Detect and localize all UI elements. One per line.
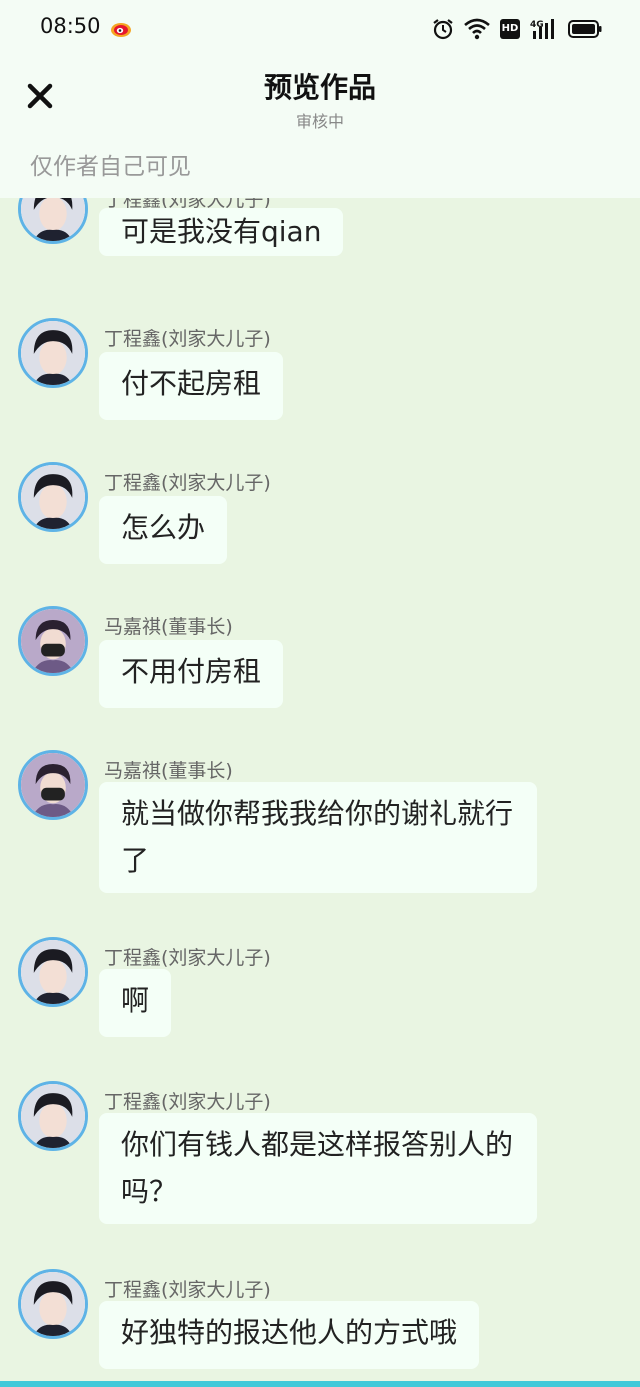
battery-icon bbox=[568, 20, 602, 38]
chat-list[interactable]: 丁程鑫(刘家大儿子) 可是我没有qian 丁程鑫(刘家大儿子) 付不起房租 丁程… bbox=[0, 198, 640, 1381]
alarm-icon bbox=[433, 19, 453, 40]
message-bubble[interactable]: 不用付房租 bbox=[99, 640, 284, 708]
avatar-image bbox=[21, 1084, 85, 1148]
sender-name: 丁程鑫(刘家大儿子) bbox=[104, 328, 271, 350]
avatar[interactable] bbox=[18, 1081, 88, 1151]
message-bubble[interactable]: 就当做你帮我我给你的谢礼就行了 bbox=[99, 782, 537, 893]
avatar[interactable] bbox=[18, 750, 88, 820]
avatar-image bbox=[21, 1272, 85, 1336]
avatar-image bbox=[21, 753, 85, 817]
avatar[interactable] bbox=[18, 1269, 88, 1339]
hd-icon: HD bbox=[500, 19, 520, 39]
message-bubble[interactable]: 啊 bbox=[99, 969, 172, 1037]
visibility-notice: 仅作者自己可见 bbox=[0, 142, 640, 198]
message-bubble[interactable]: 怎么办 bbox=[99, 496, 228, 564]
avatar[interactable] bbox=[18, 318, 88, 388]
message-bubble[interactable]: 可是我没有qian bbox=[99, 208, 344, 256]
review-status: 审核中 bbox=[295, 112, 344, 131]
avatar[interactable] bbox=[18, 606, 88, 676]
weibo-icon bbox=[111, 23, 131, 37]
avatar-image bbox=[21, 465, 85, 529]
avatar-image bbox=[21, 609, 85, 673]
avatar[interactable] bbox=[18, 198, 88, 244]
signal-4g-icon: 4G bbox=[530, 19, 554, 39]
status-icons: HD 4G bbox=[432, 14, 602, 44]
wifi-icon bbox=[464, 18, 490, 40]
sender-name: 丁程鑫(刘家大儿子) bbox=[104, 1091, 271, 1113]
message-bubble[interactable]: 付不起房租 bbox=[99, 352, 284, 420]
sender-name: 丁程鑫(刘家大儿子) bbox=[104, 472, 271, 494]
avatar[interactable] bbox=[18, 462, 88, 532]
avatar-image bbox=[21, 198, 85, 241]
avatar-image bbox=[21, 940, 85, 1004]
app-header: 预览作品 审核中 bbox=[0, 58, 640, 142]
sender-name: 丁程鑫(刘家大儿子) bbox=[104, 1279, 271, 1301]
avatar-image bbox=[21, 321, 85, 385]
message-bubble[interactable]: 你们有钱人都是这样报答别人的吗？ bbox=[99, 1113, 537, 1224]
status-bar: 08:50 HD 4G bbox=[0, 0, 640, 58]
status-time: 08:50 bbox=[40, 14, 101, 38]
sender-name: 丁程鑫(刘家大儿子) bbox=[104, 947, 271, 969]
page-title: 预览作品 bbox=[263, 71, 376, 104]
sender-name: 马嘉祺(董事长) bbox=[104, 760, 233, 782]
bottom-edge-bar bbox=[0, 1381, 640, 1387]
message-bubble[interactable]: 好独特的报达他人的方式哦 bbox=[99, 1301, 480, 1369]
sender-name: 马嘉祺(董事长) bbox=[104, 616, 233, 638]
avatar[interactable] bbox=[18, 937, 88, 1007]
